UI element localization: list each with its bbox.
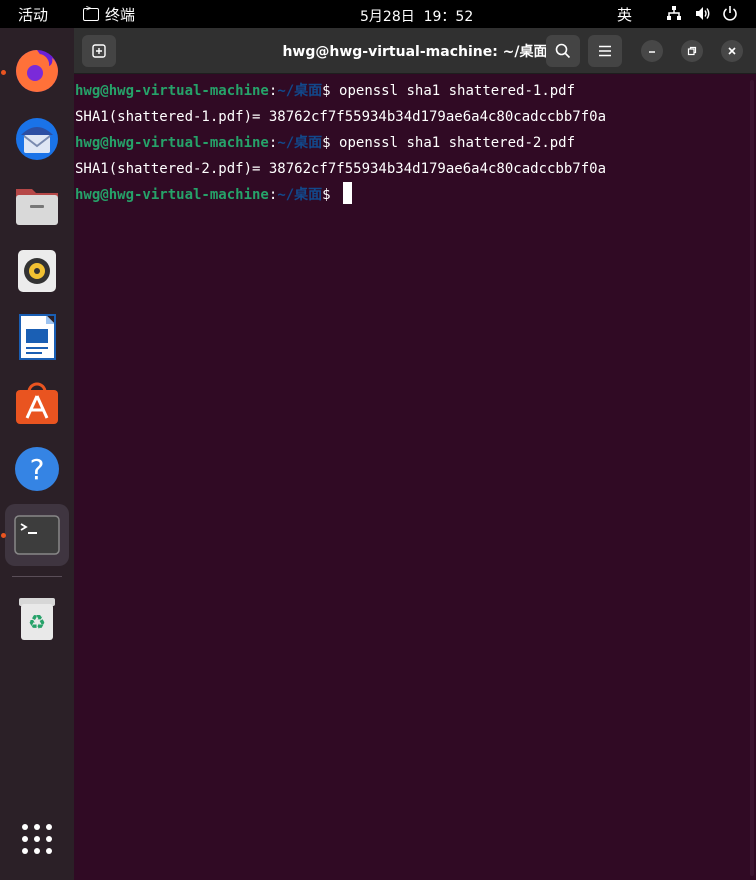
dock-rhythmbox[interactable] <box>5 240 69 302</box>
dock-files[interactable] <box>5 174 69 236</box>
svg-text:♻: ♻ <box>28 610 46 634</box>
terminal-small-icon <box>83 4 99 21</box>
prompt-path: ~/桌面 <box>277 83 323 99</box>
network-icon[interactable] <box>666 5 682 25</box>
app-menu-label: 终端 <box>105 6 136 24</box>
terminal-line: SHA1(shattered-1.pdf)= 38762cf7f55934b34… <box>74 104 756 130</box>
text-cursor <box>343 182 353 204</box>
close-icon <box>728 47 736 55</box>
command-text: $ <box>322 187 340 203</box>
prompt-path: ~/桌面 <box>277 135 323 151</box>
dock: ? ♻ <box>0 28 74 880</box>
power-icon[interactable] <box>722 5 738 25</box>
help-icon: ? <box>15 447 59 491</box>
prompt-user: hwg@hwg-virtual-machine <box>75 135 269 151</box>
terminal-line: hwg@hwg-virtual-machine:~/桌面$ <box>74 182 756 208</box>
prompt-path: ~/桌面 <box>277 187 323 203</box>
prompt-user: hwg@hwg-virtual-machine <box>75 83 269 99</box>
prompt-user: hwg@hwg-virtual-machine <box>75 187 269 203</box>
dock-libreoffice-writer[interactable] <box>5 306 69 368</box>
terminal-line: SHA1(shattered-2.pdf)= 38762cf7f55934b34… <box>74 156 756 182</box>
software-icon <box>16 382 58 424</box>
running-indicator <box>1 533 6 538</box>
files-icon <box>16 189 58 225</box>
clock[interactable]: 5月28日 19：52 <box>360 6 473 26</box>
dock-help[interactable]: ? <box>5 438 69 500</box>
firefox-icon <box>16 50 58 92</box>
app-menu[interactable]: 终端 <box>83 4 135 25</box>
input-method-indicator[interactable]: 英 <box>617 4 632 25</box>
dock-ubuntu-software[interactable] <box>5 372 69 434</box>
hamburger-icon <box>599 45 611 57</box>
terminal-icon <box>14 515 60 555</box>
terminal-line: hwg@hwg-virtual-machine:~/桌面$ openssl sh… <box>74 78 756 104</box>
maximize-button[interactable] <box>681 40 703 62</box>
thunderbird-icon <box>16 118 58 160</box>
command-output: SHA1(shattered-2.pdf)= 38762cf7f55934b34… <box>75 161 607 177</box>
command-output: SHA1(shattered-1.pdf)= 38762cf7f55934b34… <box>75 109 607 125</box>
terminal-window: hwg@hwg-virtual-machine: ~/桌面 hwg@hwg-vi… <box>74 28 756 880</box>
activities-button[interactable]: 活动 <box>18 4 48 25</box>
close-button[interactable] <box>721 40 743 62</box>
top-bar: 活动 终端 5月28日 19：52 英 <box>0 0 756 28</box>
restore-icon <box>687 46 697 56</box>
dock-thunderbird[interactable] <box>5 108 69 170</box>
dock-terminal[interactable] <box>5 504 69 566</box>
command-text: $ openssl sha1 shattered-2.pdf <box>322 135 576 151</box>
scrollbar[interactable] <box>750 80 754 876</box>
terminal-output[interactable]: hwg@hwg-virtual-machine:~/桌面$ openssl sh… <box>74 78 756 208</box>
writer-icon <box>19 314 56 360</box>
terminal-line: hwg@hwg-virtual-machine:~/桌面$ openssl sh… <box>74 130 756 156</box>
trash-icon: ♻ <box>19 598 55 640</box>
menu-button[interactable] <box>588 35 622 67</box>
minimize-icon <box>649 51 655 53</box>
dock-firefox[interactable] <box>5 40 69 102</box>
minimize-button[interactable] <box>641 40 663 62</box>
search-button[interactable] <box>546 35 580 67</box>
title-bar[interactable]: hwg@hwg-virtual-machine: ~/桌面 <box>74 28 756 74</box>
dock-trash[interactable]: ♻ <box>5 588 69 650</box>
app-grid-icon <box>22 824 52 854</box>
dock-show-applications[interactable] <box>5 808 69 870</box>
rhythmbox-icon <box>18 250 56 292</box>
dock-separator <box>12 576 62 577</box>
command-text: $ openssl sha1 shattered-1.pdf <box>322 83 576 99</box>
search-icon <box>555 43 571 59</box>
volume-icon[interactable] <box>695 6 711 25</box>
svg-text:?: ? <box>30 453 45 486</box>
